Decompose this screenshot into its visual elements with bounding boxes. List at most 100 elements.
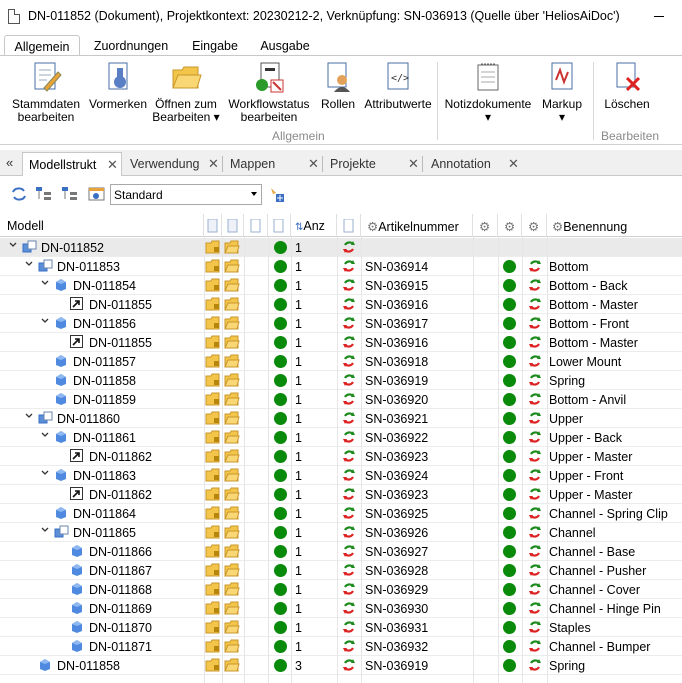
chevron-down-icon[interactable]	[9, 242, 17, 249]
table-row[interactable]: DN-011860 1 SN-036921 Upper	[0, 409, 682, 428]
open-folder-icon[interactable]	[224, 468, 240, 482]
open-folder-icon[interactable]	[224, 373, 240, 387]
table-row[interactable]: DN-011863 1 SN-036924 Upper - Front	[0, 466, 682, 485]
column-header-gear-1[interactable]: ⚙	[473, 214, 498, 237]
locked-folder-icon[interactable]	[205, 411, 221, 425]
locked-folder-icon[interactable]	[205, 525, 221, 539]
table-row[interactable]: DN-011864 1 SN-036925 Channel - Spring Clip	[0, 504, 682, 523]
table-row[interactable]: DN-011855 1 SN-036916 Bottom - Master	[0, 333, 682, 352]
locked-folder-icon[interactable]	[205, 297, 221, 311]
chevron-down-icon[interactable]	[41, 470, 49, 477]
view-settings-icon[interactable]	[88, 186, 106, 202]
column-header-folder[interactable]	[222, 214, 244, 237]
tab-projekte[interactable]: Projekte ✕	[324, 152, 422, 176]
locked-folder-icon[interactable]	[205, 373, 221, 387]
column-header-doc[interactable]	[244, 214, 268, 237]
open-folder-icon[interactable]	[224, 639, 240, 653]
collapse-tree-icon[interactable]	[61, 186, 79, 202]
table-row[interactable]: DN-011868 1 SN-036929 Channel - Cover	[0, 580, 682, 599]
column-header-article[interactable]: ⚙Artikelnummer	[361, 214, 473, 237]
open-folder-icon[interactable]	[224, 525, 240, 539]
table-row[interactable]: DN-011862 1 SN-036923 Upper - Master	[0, 485, 682, 504]
open-folder-icon[interactable]	[224, 392, 240, 406]
minimize-button[interactable]	[648, 6, 672, 26]
locked-folder-icon[interactable]	[205, 259, 221, 273]
column-header-model[interactable]: Modell	[0, 214, 204, 237]
tab-mappen[interactable]: Mappen ✕	[224, 152, 322, 176]
tab-ausgabe[interactable]: Ausgabe	[254, 35, 316, 57]
close-icon[interactable]: ✕	[107, 157, 118, 173]
table-row[interactable]: DN-011870 1 SN-036931 Staples	[0, 618, 682, 637]
tab-modellstruktur[interactable]: Modellstrukt ✕	[22, 152, 122, 176]
expand-tree-icon[interactable]	[35, 186, 53, 202]
chevron-down-icon[interactable]	[41, 432, 49, 439]
locked-folder-icon[interactable]	[205, 544, 221, 558]
open-folder-icon[interactable]	[224, 563, 240, 577]
table-row[interactable]: DN-011857 1 SN-036918 Lower Mount	[0, 352, 682, 371]
locked-folder-icon[interactable]	[205, 582, 221, 596]
column-header-status[interactable]	[268, 214, 291, 237]
open-folder-icon[interactable]	[224, 411, 240, 425]
column-header-gear-3[interactable]: ⚙	[522, 214, 547, 237]
close-icon[interactable]: ✕	[508, 156, 519, 172]
open-folder-icon[interactable]	[224, 259, 240, 273]
chevron-down-icon[interactable]	[41, 318, 49, 325]
locked-folder-icon[interactable]	[205, 563, 221, 577]
chevron-down-icon[interactable]	[41, 280, 49, 287]
open-folder-icon[interactable]	[224, 449, 240, 463]
column-header-count[interactable]: ⇅Anz	[291, 214, 337, 237]
open-folder-icon[interactable]	[224, 487, 240, 501]
table-row[interactable]: DN-011853 1 SN-036914 Bottom	[0, 257, 682, 276]
open-folder-icon[interactable]	[224, 335, 240, 349]
locked-folder-icon[interactable]	[205, 392, 221, 406]
open-folder-icon[interactable]	[224, 354, 240, 368]
table-row[interactable]: DN-011862 1 SN-036923 Upper - Master	[0, 447, 682, 466]
refresh-icon[interactable]	[10, 186, 28, 202]
open-folder-icon[interactable]	[224, 430, 240, 444]
locked-folder-icon[interactable]	[205, 620, 221, 634]
chevron-down-icon[interactable]	[41, 527, 49, 534]
open-folder-icon[interactable]	[224, 506, 240, 520]
table-row[interactable]: DN-011869 1 SN-036930 Channel - Hinge Pin	[0, 599, 682, 618]
edit-master-data-button[interactable]: Stammdaten bearbeiten	[6, 60, 86, 124]
open-folder-icon[interactable]	[224, 278, 240, 292]
workflow-status-button[interactable]: Workflowstatus bearbeiten	[226, 60, 312, 124]
locked-folder-icon[interactable]	[205, 430, 221, 444]
roles-button[interactable]: Rollen	[318, 60, 358, 111]
tab-allgemein[interactable]: Allgemein	[4, 35, 80, 57]
delete-button[interactable]: Löschen	[598, 60, 656, 111]
open-folder-icon[interactable]	[224, 316, 240, 330]
chevron-down-icon[interactable]	[25, 413, 33, 420]
locked-folder-icon[interactable]	[205, 316, 221, 330]
attribute-values-button[interactable]: </> Attributwerte	[360, 60, 436, 111]
tab-eingabe[interactable]: Eingabe	[184, 35, 246, 57]
reserve-button[interactable]: Vormerken	[88, 60, 148, 111]
open-folder-icon[interactable]	[224, 582, 240, 596]
open-folder-icon[interactable]	[224, 658, 240, 672]
tab-zuordnungen[interactable]: Zuordnungen	[88, 35, 174, 57]
note-documents-button[interactable]: Notizdokumente ▾	[440, 60, 536, 124]
locked-folder-icon[interactable]	[205, 487, 221, 501]
column-header-article-doc[interactable]	[337, 214, 361, 237]
table-row[interactable]: DN-011859 1 SN-036920 Bottom - Anvil	[0, 390, 682, 409]
table-row[interactable]: DN-011856 1 SN-036917 Bottom - Front	[0, 314, 682, 333]
table-row[interactable]: DN-011852 1	[0, 238, 682, 257]
column-header-gear-2[interactable]: ⚙	[498, 214, 522, 237]
markup-button[interactable]: Markup ▾	[538, 60, 586, 124]
table-row[interactable]: DN-011861 1 SN-036922 Upper - Back	[0, 428, 682, 447]
open-folder-icon[interactable]	[224, 620, 240, 634]
column-header-lock[interactable]	[204, 214, 222, 237]
table-row[interactable]: DN-011854 1 SN-036915 Bottom - Back	[0, 276, 682, 295]
open-folder-icon[interactable]	[224, 544, 240, 558]
table-row[interactable]: DN-011871 1 SN-036932 Channel - Bumper	[0, 637, 682, 656]
column-header-name[interactable]: ⚙Benennung	[547, 214, 682, 237]
table-row[interactable]: DN-011866 1 SN-036927 Channel - Base	[0, 542, 682, 561]
close-icon[interactable]: ✕	[208, 156, 219, 172]
table-row[interactable]: DN-011858 3 SN-036919 Spring	[0, 656, 682, 675]
locked-folder-icon[interactable]	[205, 278, 221, 292]
view-select[interactable]: Standard	[110, 184, 262, 205]
table-row[interactable]: DN-011865 1 SN-036926 Channel	[0, 523, 682, 542]
tab-annotation[interactable]: Annotation ✕	[424, 152, 524, 176]
table-row[interactable]: DN-011858 1 SN-036919 Spring	[0, 371, 682, 390]
locked-folder-icon[interactable]	[205, 449, 221, 463]
